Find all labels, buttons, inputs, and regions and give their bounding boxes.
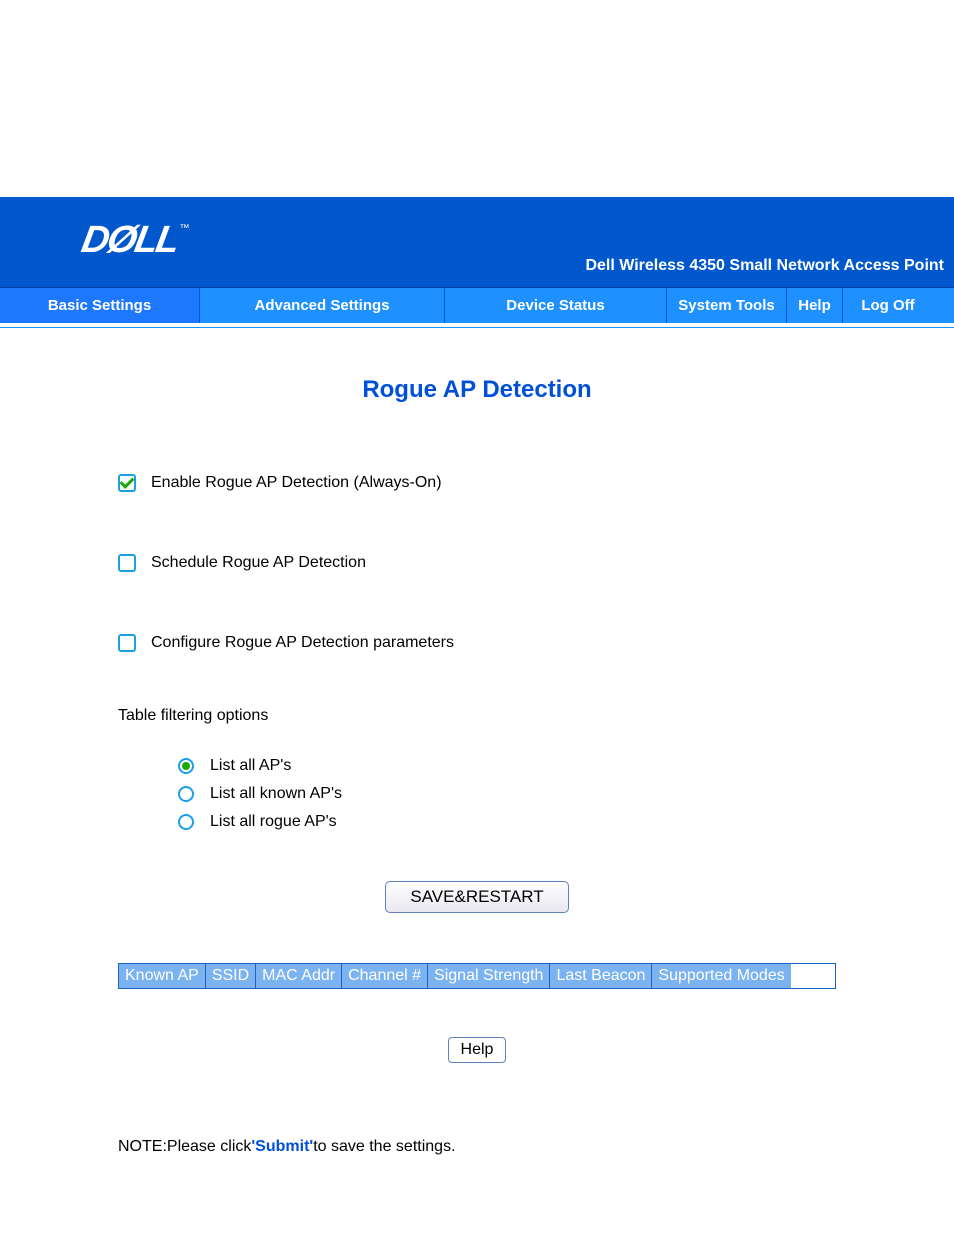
col-known-ap: Known AP — [119, 964, 206, 988]
radio-label-all: List all AP's — [210, 757, 291, 775]
product-name: Dell Wireless 4350 Small Network Access … — [585, 257, 944, 275]
col-mac-addr: MAC Addr — [256, 964, 342, 988]
radio-label-known: List all known AP's — [210, 785, 342, 803]
trademark-symbol: ™ — [179, 223, 189, 234]
radio-list-known[interactable] — [178, 786, 194, 802]
note-row: NOTE:Please click'Submit'to save the set… — [0, 1138, 954, 1156]
col-ssid: SSID — [206, 964, 256, 988]
dell-logo: DØLL ™ — [82, 219, 189, 262]
note-suffix: to save the settings. — [313, 1138, 455, 1155]
nav-log-off[interactable]: Log Off — [843, 288, 933, 323]
nav-advanced-settings[interactable]: Advanced Settings — [200, 288, 445, 323]
page-title: Rogue AP Detection — [0, 376, 954, 404]
label-enable: Enable Rogue AP Detection (Always-On) — [151, 474, 442, 492]
checkbox-configure[interactable] — [118, 634, 136, 652]
checkbox-schedule[interactable] — [118, 554, 136, 572]
label-schedule: Schedule Rogue AP Detection — [151, 554, 366, 572]
ap-table-header: Known AP SSID MAC Addr Channel # Signal … — [118, 963, 836, 989]
note-submit-link[interactable]: 'Submit' — [251, 1138, 313, 1155]
note-prefix: NOTE:Please click — [118, 1138, 251, 1155]
option-configure-row: Configure Rogue AP Detection parameters — [118, 634, 836, 652]
save-button-row: SAVE&RESTART — [118, 881, 836, 913]
help-button[interactable]: Help — [448, 1037, 507, 1063]
nav-device-status[interactable]: Device Status — [445, 288, 667, 323]
radio-row-known: List all known AP's — [178, 785, 836, 803]
col-channel: Channel # — [342, 964, 428, 988]
content-area: Enable Rogue AP Detection (Always-On) Sc… — [0, 474, 954, 1063]
radio-group: List all AP's List all known AP's List a… — [178, 757, 836, 831]
nav-help[interactable]: Help — [787, 288, 843, 323]
label-configure: Configure Rogue AP Detection parameters — [151, 634, 454, 652]
radio-row-rogue: List all rogue AP's — [178, 813, 836, 831]
radio-list-all[interactable] — [178, 758, 194, 774]
checkbox-enable[interactable] — [118, 474, 136, 492]
nav-bar: Basic Settings Advanced Settings Device … — [0, 287, 954, 323]
radio-label-rogue: List all rogue AP's — [210, 813, 337, 831]
header-bar: DØLL ™ Dell Wireless 4350 Small Network … — [0, 197, 954, 287]
col-signal-strength: Signal Strength — [428, 964, 550, 988]
save-restart-button[interactable]: SAVE&RESTART — [385, 881, 568, 913]
option-enable-row: Enable Rogue AP Detection (Always-On) — [118, 474, 836, 492]
help-button-row: Help — [118, 1037, 836, 1063]
nav-system-tools[interactable]: System Tools — [667, 288, 787, 323]
radio-row-all: List all AP's — [178, 757, 836, 775]
logo-text: DØLL — [78, 219, 181, 262]
nav-divider — [0, 323, 954, 328]
filtering-title: Table filtering options — [118, 707, 836, 725]
nav-basic-settings[interactable]: Basic Settings — [0, 288, 200, 323]
option-schedule-row: Schedule Rogue AP Detection — [118, 554, 836, 572]
col-supported-modes: Supported Modes — [652, 964, 790, 988]
col-last-beacon: Last Beacon — [550, 964, 652, 988]
radio-list-rogue[interactable] — [178, 814, 194, 830]
